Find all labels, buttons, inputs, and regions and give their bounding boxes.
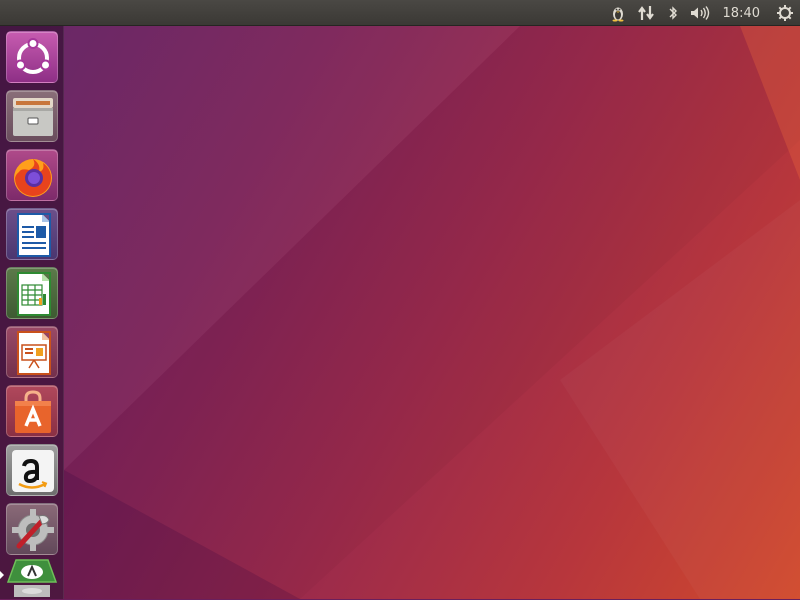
top-panel: 18:40 <box>0 0 800 26</box>
wallpaper-shapes <box>64 26 800 599</box>
launcher-item-libreoffice-writer[interactable] <box>6 208 58 260</box>
launcher-item-system-settings[interactable] <box>6 503 58 555</box>
bluetooth-icon[interactable] <box>661 0 685 26</box>
launcher-item-amazon[interactable] <box>6 444 58 496</box>
launcher-item-firefox[interactable] <box>6 149 58 201</box>
file-cabinet-icon <box>13 98 53 136</box>
amazon-a-icon <box>12 450 54 492</box>
ubuntu-logo-icon <box>15 38 51 74</box>
power-gear-icon[interactable] <box>770 0 800 26</box>
calc-spreadsheet-icon <box>17 272 51 316</box>
settings-gear-wrench-icon <box>12 509 54 551</box>
writer-document-icon <box>17 213 51 257</box>
launcher-item-files[interactable] <box>6 90 58 142</box>
network-transfer-icon[interactable] <box>631 0 661 26</box>
launcher-item-software-updater[interactable] <box>6 556 58 600</box>
launcher <box>0 26 64 599</box>
desktop-wallpaper <box>0 0 800 599</box>
indicator-area: 18:40 <box>605 0 800 26</box>
launcher-item-ubuntu-software[interactable] <box>6 385 58 437</box>
clock[interactable]: 18:40 <box>715 6 770 21</box>
running-indicator-arrow <box>0 571 4 579</box>
launcher-item-ubuntu-dash[interactable] <box>6 31 58 83</box>
volume-icon[interactable] <box>685 0 715 26</box>
updater-tray-icon <box>6 559 58 597</box>
firefox-icon <box>14 159 52 197</box>
launcher-item-libreoffice-calc[interactable] <box>6 267 58 319</box>
shopping-bag-a-icon <box>15 390 51 433</box>
tux-icon[interactable] <box>605 0 631 26</box>
impress-presentation-icon <box>17 331 51 375</box>
launcher-item-libreoffice-impress[interactable] <box>6 326 58 378</box>
